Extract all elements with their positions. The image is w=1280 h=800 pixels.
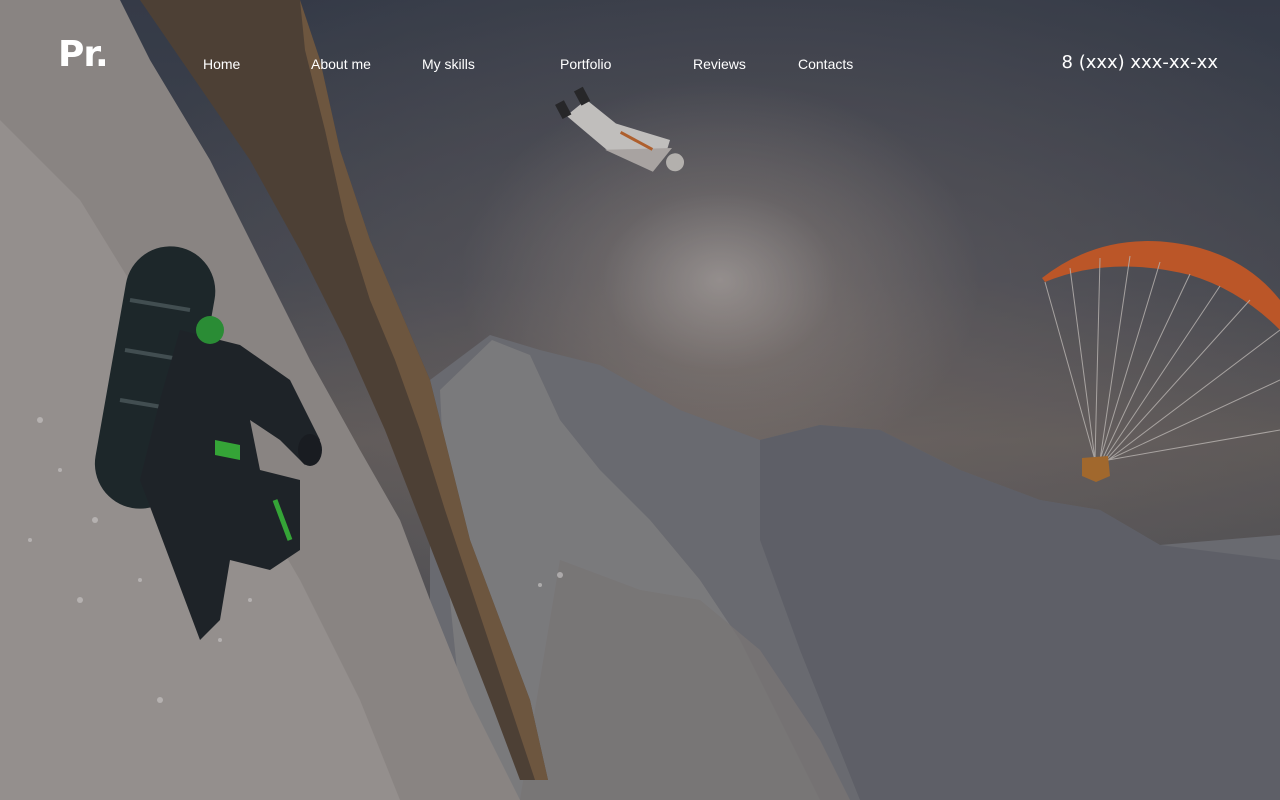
wingsuit-flyer [555, 86, 685, 172]
phone-number-link[interactable]: 8 (xxx) xxx-xx-xx [1062, 52, 1218, 73]
nav-reviews-link[interactable]: Reviews [693, 56, 746, 72]
hero-section: Pr. Home About me My skills Portfolio Re… [0, 0, 1280, 800]
mountain-ridge [760, 425, 1280, 800]
paraglider [1042, 241, 1280, 482]
nav-contacts-link[interactable]: Contacts [798, 56, 853, 72]
nav-portfolio-link[interactable]: Portfolio [560, 56, 611, 72]
site-logo[interactable]: Pr. [58, 34, 109, 75]
nav-about-me-link[interactable]: About me [311, 56, 371, 72]
hero-background-image [0, 0, 1280, 800]
paraglider-pilot [1082, 456, 1110, 482]
nav-my-skills-link[interactable]: My skills [422, 56, 475, 72]
nav-home-link[interactable]: Home [203, 56, 240, 72]
paraglider-wing [1042, 241, 1280, 330]
rider-helmet [196, 316, 224, 344]
